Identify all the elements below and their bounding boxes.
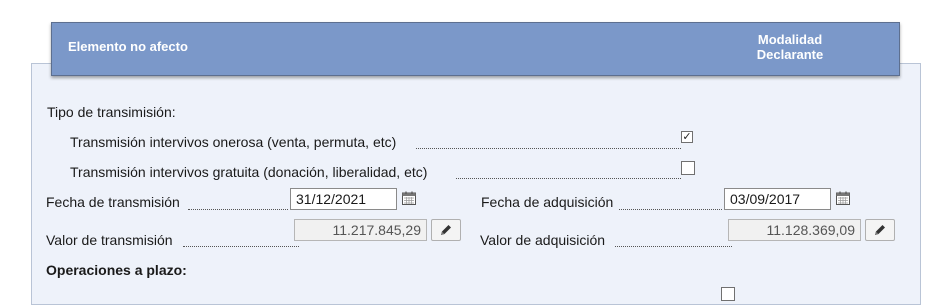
- gratuita-label: Transmisión intervivos gratuita (donació…: [70, 164, 428, 180]
- fecha-transmision-input[interactable]: 31/12/2021: [290, 188, 397, 210]
- fecha-transmision-label: Fecha de transmisión: [46, 194, 180, 210]
- operaciones-plazo-checkbox[interactable]: [721, 287, 735, 301]
- column-header-line1: Modalidad: [757, 32, 823, 47]
- valor-transmision-leader: [183, 246, 299, 247]
- valor-transmision-label: Valor de transmisión: [46, 232, 173, 248]
- fecha-adquisicion-input[interactable]: 03/09/2017: [724, 188, 831, 210]
- calendar-icon: [402, 191, 416, 205]
- valor-transmision-input[interactable]: 11.217.845,29: [294, 219, 427, 241]
- check-mark-icon: ✓: [682, 131, 692, 143]
- onerosa-label: Transmisión intervivos onerosa (venta, p…: [70, 134, 397, 150]
- valor-adquisicion-input[interactable]: 11.128.369,09: [728, 219, 861, 241]
- valor-adquisicion-label: Valor de adquisición: [480, 232, 606, 248]
- pencil-icon: [441, 225, 451, 235]
- fecha-transmision-calendar-button[interactable]: [401, 190, 419, 208]
- valor-adquisicion-leader: [615, 246, 732, 247]
- tipo-transmision-label: Tipo de transimisión:: [47, 104, 176, 120]
- valor-transmision-edit-button[interactable]: [431, 219, 461, 241]
- column-header-line2: Declarante: [756, 47, 824, 62]
- fecha-transmision-leader: [188, 209, 288, 210]
- fecha-adquisicion-calendar-button[interactable]: [835, 190, 853, 208]
- calendar-icon: [836, 191, 850, 205]
- fecha-adquisicion-leader: [619, 209, 722, 210]
- pencil-icon: [875, 225, 885, 235]
- operaciones-plazo-label: Operaciones a plazo:: [46, 262, 187, 278]
- onerosa-checkbox[interactable]: ✓: [681, 131, 693, 143]
- onerosa-leader: [416, 148, 681, 149]
- column-header-modalidad: Modalidad Declarante: [742, 32, 838, 62]
- fecha-adquisicion-label: Fecha de adquisición: [481, 194, 614, 210]
- section-title: Elemento no afecto: [68, 39, 188, 54]
- gratuita-checkbox[interactable]: [681, 161, 695, 175]
- valor-adquisicion-edit-button[interactable]: [865, 219, 895, 241]
- gratuita-leader: [456, 178, 681, 179]
- section-header: Elemento no afecto Modalidad Declarante: [51, 22, 900, 76]
